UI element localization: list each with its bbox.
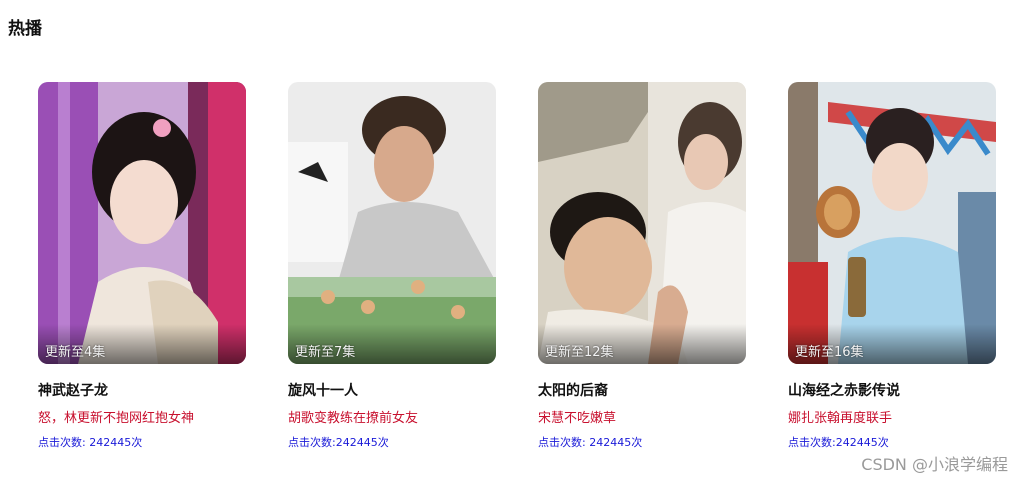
show-card-1[interactable]: 更新至4集 神武赵子龙 怒，林更新不抱网红抱女神 点击次数: 242445次 (38, 82, 246, 450)
click-count: 点击次数: 242445次 (538, 436, 643, 449)
show-description[interactable]: 怒，林更新不抱网红抱女神 (38, 407, 246, 426)
show-card-3[interactable]: 更新至12集 太阳的后裔 宋慧不吃嫩草 点击次数: 242445次 (538, 82, 746, 450)
update-status: 更新至7集 (295, 345, 356, 360)
poster-image[interactable]: 更新至16集 (788, 82, 996, 364)
section-title: 热播 (8, 19, 42, 39)
poster-image[interactable]: 更新至4集 (38, 82, 246, 364)
click-count: 点击次数:242445次 (288, 436, 389, 449)
show-description[interactable]: 娜扎张翰再度联手 (788, 407, 996, 426)
click-count: 点击次数: 242445次 (38, 436, 143, 449)
show-title[interactable]: 山海经之赤影传说 (788, 380, 996, 400)
show-title[interactable]: 太阳的后裔 (538, 380, 746, 400)
update-status: 更新至4集 (45, 345, 106, 360)
show-description[interactable]: 胡歌变教练在撩前女友 (288, 407, 496, 426)
poster-image[interactable]: 更新至12集 (538, 82, 746, 364)
show-title[interactable]: 旋风十一人 (288, 380, 496, 400)
poster-image[interactable]: 更新至7集 (288, 82, 496, 364)
update-status: 更新至12集 (545, 345, 614, 360)
click-count: 点击次数:242445次 (788, 436, 889, 449)
watermark: CSDN @小浪学编程 (861, 455, 1008, 474)
update-status: 更新至16集 (795, 345, 864, 360)
show-card-2[interactable]: 更新至7集 旋风十一人 胡歌变教练在撩前女友 点击次数:242445次 (288, 82, 496, 450)
show-description[interactable]: 宋慧不吃嫩草 (538, 407, 746, 426)
show-title[interactable]: 神武赵子龙 (38, 380, 246, 400)
show-card-4[interactable]: 更新至16集 山海经之赤影传说 娜扎张翰再度联手 点击次数:242445次 (788, 82, 996, 450)
